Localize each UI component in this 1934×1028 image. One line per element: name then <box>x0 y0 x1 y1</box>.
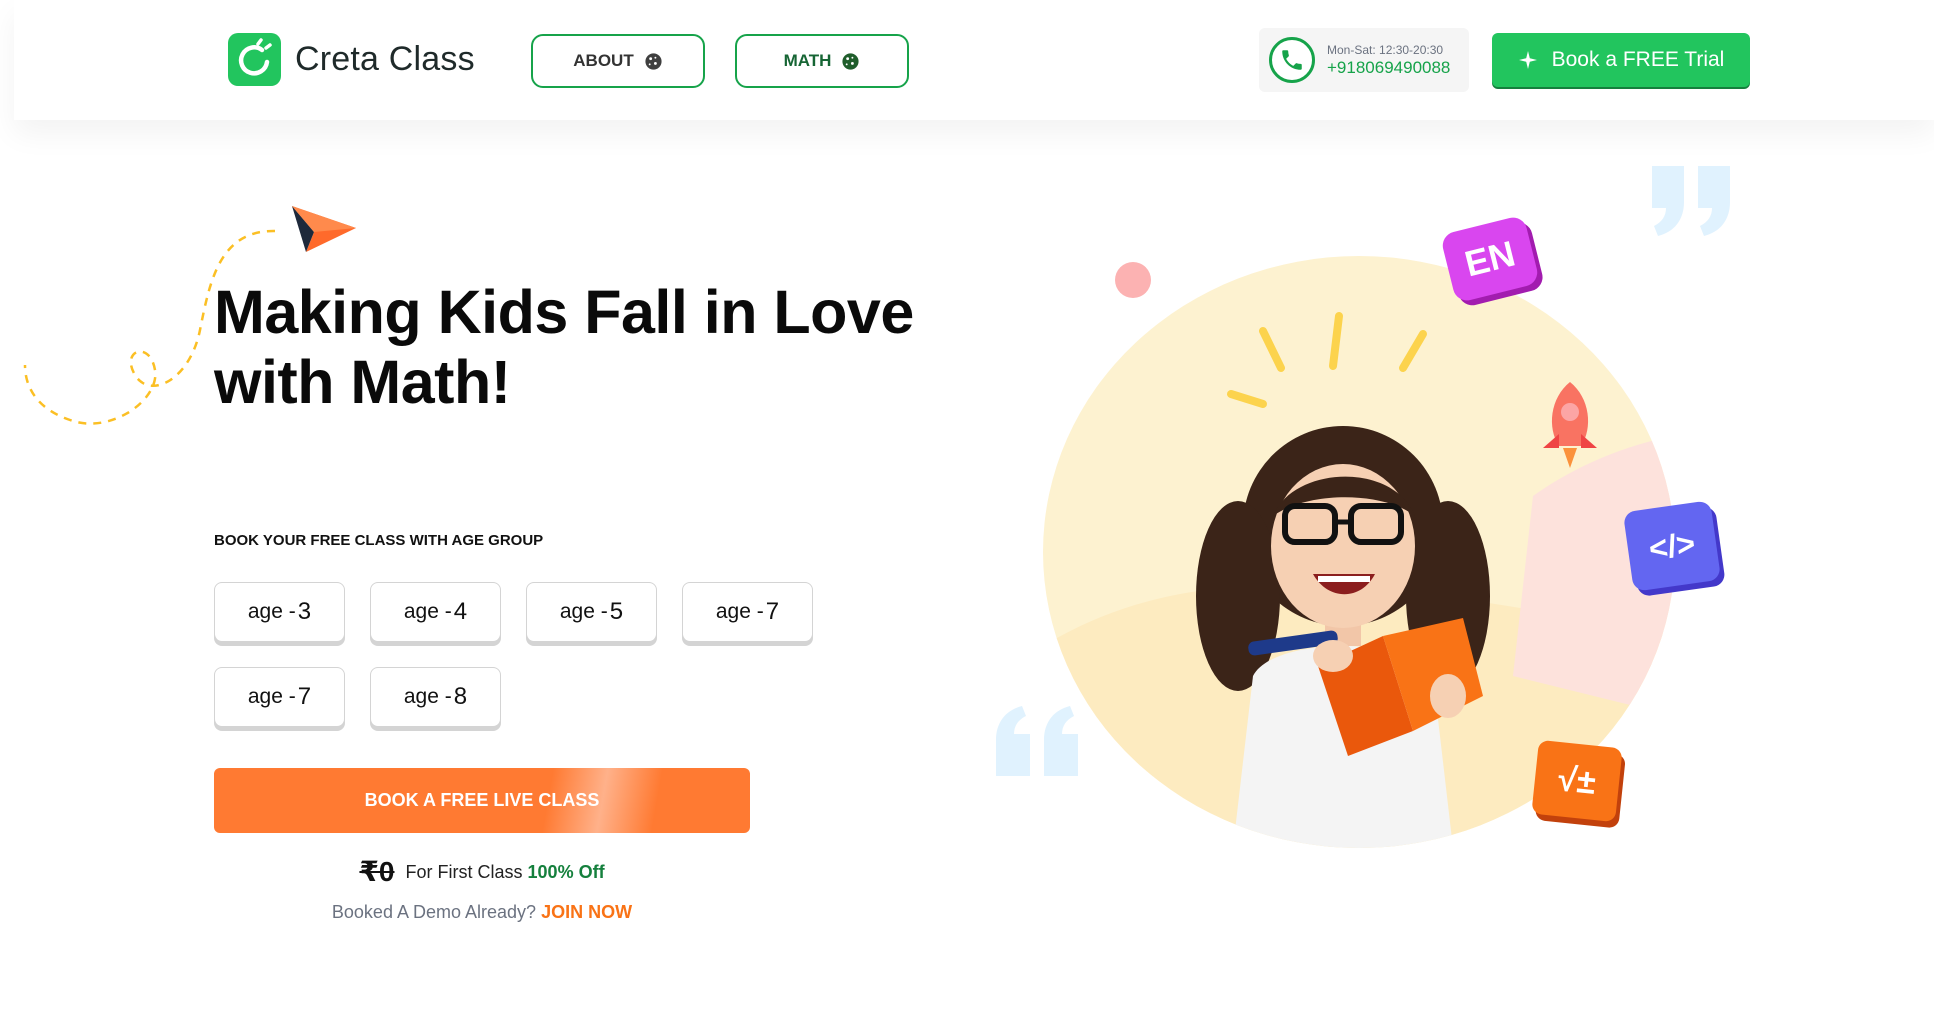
phone-icon <box>1269 37 1315 83</box>
nav-about-button[interactable]: ABOUT <box>531 34 705 88</box>
join-now-link[interactable]: JOIN NOW <box>541 902 632 922</box>
age-prefix: age - <box>715 600 764 623</box>
age-value: 8 <box>453 683 468 710</box>
age-value: 5 <box>609 598 624 625</box>
age-option-7b[interactable]: age - 7 <box>214 667 345 727</box>
age-group-label: BOOK YOUR FREE CLASS WITH AGE GROUP <box>214 532 544 549</box>
age-prefix: age - <box>559 600 608 623</box>
site-header: Creta Class ABOUT MATH Mon-Sat: 12:30-20… <box>14 0 1934 120</box>
hero-title-line2: with Math! <box>214 348 511 416</box>
age-value: 3 <box>297 598 312 625</box>
brand-logo[interactable]: Creta Class <box>228 33 475 86</box>
demo-line: Booked A Demo Already? JOIN NOW <box>214 902 750 923</box>
age-prefix: age - <box>403 600 452 623</box>
phone-contact[interactable]: Mon-Sat: 12:30-20:30 +918069490088 <box>1259 28 1469 92</box>
demo-text: Booked A Demo Already? <box>331 902 537 922</box>
hero-title-line1: Making Kids Fall in Love <box>214 278 914 346</box>
nav-math-label: MATH <box>783 51 832 70</box>
english-badge-icon: EN <box>1439 214 1541 304</box>
cookie-icon <box>842 52 859 70</box>
age-value: 7 <box>297 683 312 710</box>
code-badge-icon: </> <box>1622 500 1722 592</box>
age-prefix: age - <box>247 600 296 623</box>
price-text: For First Class <box>405 862 523 882</box>
age-value: 4 <box>453 598 468 625</box>
logo-text: Creta Class <box>295 40 475 78</box>
rocket-icon <box>1543 382 1597 468</box>
nav-math-button[interactable]: MATH <box>735 34 909 88</box>
nav-about-label: ABOUT <box>573 51 634 70</box>
sparkle-icon <box>1518 51 1537 69</box>
age-value: 7 <box>765 598 780 625</box>
quote-open-icon <box>996 706 1078 776</box>
price-line: ₹0 For First Class 100% Off <box>214 855 750 888</box>
pink-dot-decoration <box>1115 262 1151 298</box>
math-badge-icon: √± <box>1531 739 1623 823</box>
age-option-3[interactable]: age - 3 <box>214 582 345 642</box>
age-option-4[interactable]: age - 4 <box>370 582 501 642</box>
logo-mark-icon <box>228 33 281 86</box>
hero-title: Making Kids Fall in Love with Math! <box>214 277 934 417</box>
phone-number[interactable]: +918069490088 <box>1327 59 1450 76</box>
discount-text: 100% Off <box>527 862 605 882</box>
age-prefix: age - <box>403 685 452 708</box>
age-option-7[interactable]: age - 7 <box>682 582 813 642</box>
book-free-live-class-button[interactable]: BOOK A FREE LIVE CLASS <box>214 768 750 833</box>
age-prefix: age - <box>247 685 296 708</box>
book-free-trial-button[interactable]: Book a FREE Trial <box>1492 33 1750 87</box>
old-price: ₹0 <box>359 856 395 887</box>
age-option-8[interactable]: age - 8 <box>370 667 501 727</box>
phone-hours: Mon-Sat: 12:30-20:30 <box>1327 43 1444 57</box>
cookie-icon <box>645 52 662 70</box>
quote-close-icon <box>1652 166 1730 236</box>
trial-button-label: Book a FREE Trial <box>1551 48 1725 71</box>
paper-plane-icon <box>292 206 356 252</box>
age-option-5[interactable]: age - 5 <box>526 582 657 642</box>
